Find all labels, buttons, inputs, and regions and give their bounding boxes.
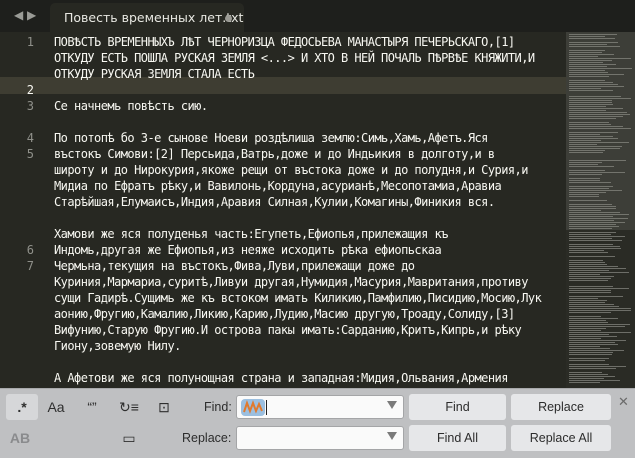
- tab-title: Повесть временных лет.txt: [64, 10, 244, 25]
- minimap-line: [569, 252, 608, 254]
- find-history-dropdown-icon[interactable]: [387, 401, 397, 409]
- find-label: Find:: [204, 400, 232, 414]
- regex-pattern-token: [241, 399, 265, 416]
- code-line: аонию,Фругию,Камалию,Ликию,Карию,Лудию,М…: [54, 307, 515, 321]
- minimap-line: [569, 174, 602, 176]
- tab-document[interactable]: Повесть временных лет.txt: [50, 3, 244, 32]
- regex-toggle[interactable]: .*: [6, 394, 38, 420]
- line-number: 6: [26, 243, 34, 257]
- line-number: 1: [26, 35, 34, 49]
- minimap-line: [569, 256, 615, 258]
- minimap-line: [569, 354, 612, 356]
- code-line: Се начнемь повѣсть сию.: [54, 99, 208, 113]
- minimap-line: [569, 382, 600, 384]
- minimap-line: [569, 76, 609, 78]
- minimap-line: [569, 292, 611, 294]
- find-input[interactable]: [265, 398, 379, 418]
- minimap-line: [569, 280, 608, 282]
- tab-bar: ◀ ▶ Повесть временных лет.txt: [0, 0, 635, 32]
- whole-word-toggle[interactable]: “”: [76, 394, 108, 420]
- replace-field[interactable]: [236, 426, 404, 450]
- minimap-line: [569, 46, 620, 48]
- minimap-line: [569, 240, 622, 242]
- preserve-case-toggle[interactable]: AB: [4, 425, 36, 451]
- pattern-glyph-icon: [243, 400, 263, 414]
- code-line: ПОВѢСТЬ ВРЕМЕННЫХЪ ЛѢТ ЧЕРНОРИЗЦА ФЕДОСЬ…: [54, 35, 515, 49]
- code-line: По потопѣ бо 3-е сынове Ноеви роздѣлиша …: [54, 131, 488, 145]
- wrap-toggle[interactable]: ↻≡: [113, 394, 145, 420]
- code-line: сущи Гадирѣ.Сущимь же къ встоком имать К…: [54, 291, 542, 305]
- code-line: Старѣйшая,Елумаисъ,Индия,Аравия Силная,К…: [54, 195, 495, 209]
- minimap-line: [569, 182, 611, 184]
- code-line: Вифунию,Старую Фругию.И острова пакы има…: [54, 323, 522, 337]
- in-selection-toggle[interactable]: ⊡: [148, 394, 180, 420]
- minimap-line: [569, 228, 612, 230]
- code-line: широту и до Нирокурия,якоже рещи от въст…: [54, 163, 528, 177]
- tab-nav-arrows-icon[interactable]: ◀ ▶: [14, 8, 36, 22]
- find-field[interactable]: [236, 395, 404, 419]
- unsaved-dot-icon[interactable]: [225, 15, 232, 22]
- replace-label: Replace:: [182, 431, 232, 445]
- text-editor[interactable]: ПОВѢСТЬ ВРЕМЕННЫХЪ ЛѢТ ЧЕРНОРИЗЦА ФЕДОСЬ…: [54, 32, 566, 388]
- line-number: 7: [26, 259, 34, 273]
- code-line: ОТКУДУ РУСКАЯ ЗЕМЛЯ СТАЛА ЕСТЬ: [54, 67, 255, 81]
- minimap-line: [569, 200, 607, 202]
- close-icon[interactable]: ✕: [618, 395, 629, 410]
- minimap-line: [569, 90, 613, 92]
- find-button[interactable]: Find: [409, 394, 506, 420]
- code-line: ОТКУДУ ЕСТЬ ПОШЛА РУСКАЯ ЗЕМЛЯ <...> И Х…: [54, 51, 535, 65]
- minimap-line: [569, 196, 599, 198]
- case-sensitive-toggle[interactable]: Aa: [40, 394, 72, 420]
- code-line: Гиону,зовемую Нилу.: [54, 339, 181, 353]
- replace-history-dropdown-icon[interactable]: [387, 432, 397, 440]
- minimap-line: [569, 368, 616, 370]
- replace-button[interactable]: Replace: [511, 394, 611, 420]
- minimap-line: [569, 38, 615, 40]
- code-line: Хамови же яся полуденья часть:Егупеть,Еф…: [54, 227, 448, 241]
- line-number: 4: [26, 131, 34, 145]
- code-line: Куриния,Мармариа,суритѣ,Ливуи другая,Нум…: [54, 275, 528, 289]
- minimap-line: [569, 128, 631, 130]
- highlight-matches-toggle[interactable]: ▭: [113, 425, 145, 451]
- replace-input[interactable]: [243, 429, 357, 449]
- line-number: 2: [26, 83, 34, 97]
- replace-all-button[interactable]: Replace All: [511, 425, 611, 451]
- minimap[interactable]: [566, 32, 635, 388]
- line-number: 3: [26, 99, 34, 113]
- code-line: въстокъ Симови:[2] Персьида,Ватрь,доже и…: [54, 147, 495, 161]
- code-line: Чермьна,текущия на въстокъ,Фива,Луви,при…: [54, 259, 415, 273]
- code-line: А Афетови же яся полунощная страна и зап…: [54, 371, 508, 385]
- line-number-gutter: 123456789: [0, 32, 46, 417]
- minimap-line: [569, 152, 603, 154]
- minimap-line: [569, 166, 614, 168]
- minimap-line: [569, 312, 611, 314]
- line-number: 5: [26, 147, 34, 161]
- find-replace-panel: .* Aa “” ↻≡ ⊡ AB ▭ Find: Replace: Find R…: [0, 388, 635, 458]
- find-all-button[interactable]: Find All: [409, 425, 506, 451]
- code-line: Мидиа по Ефратъ рѣку,и Вавилонь,Кордуна,…: [54, 179, 502, 193]
- minimap-line: [569, 118, 616, 120]
- code-line: Индомь,другая же Ефиопья,из неяже исходи…: [54, 243, 442, 257]
- minimap-line: [569, 360, 605, 362]
